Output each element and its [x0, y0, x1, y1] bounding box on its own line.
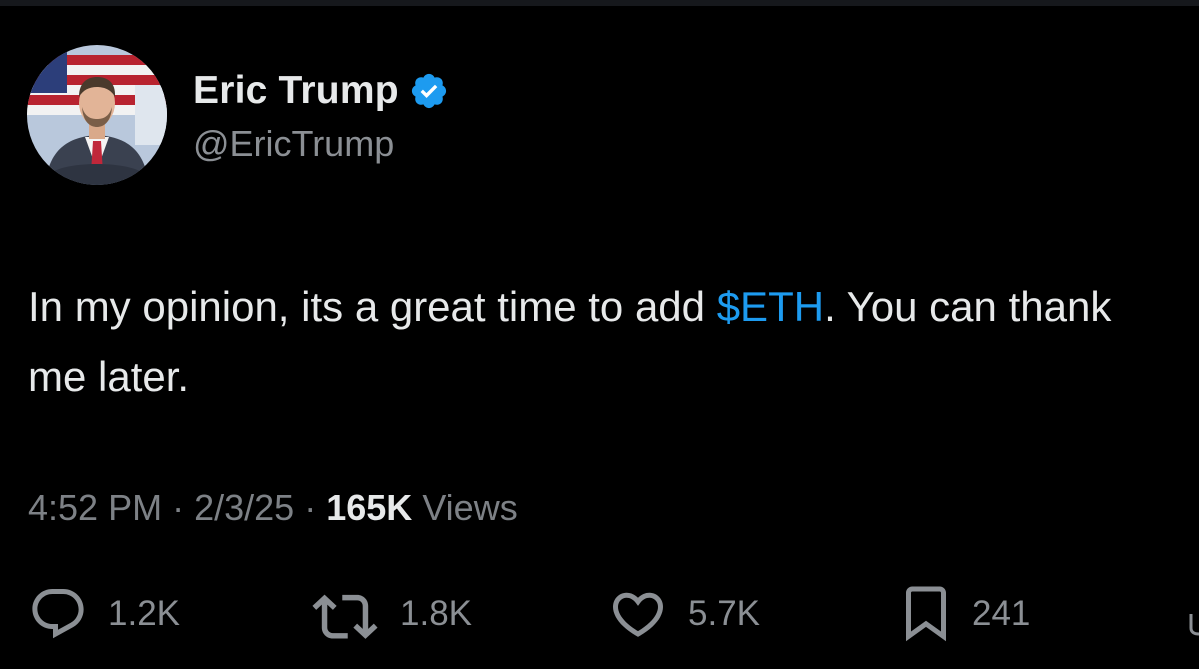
tweet-date[interactable]: 2/3/25 — [194, 487, 294, 528]
like-button[interactable]: 5.7K — [608, 584, 760, 644]
heart-icon — [612, 592, 664, 637]
repost-count: 1.8K — [400, 594, 472, 633]
tweet-meta: 4:52 PM · 2/3/25 · 165K Views — [28, 487, 518, 529]
views-label: Views — [422, 487, 518, 528]
author-handle[interactable]: @EricTrump — [193, 123, 449, 165]
tweet-header: Eric Trump @EricTrump — [27, 44, 449, 186]
bookmark-icon — [906, 586, 946, 642]
action-bar: 1.2K 1.8K 5.7K 241 — [0, 584, 1199, 644]
reply-button[interactable]: 1.2K — [28, 584, 180, 644]
repost-icon — [312, 594, 378, 639]
verified-badge-icon[interactable] — [409, 71, 449, 111]
bookmark-count: 241 — [972, 594, 1031, 633]
meta-separator: · — [172, 487, 185, 528]
repost-button[interactable]: 1.8K — [310, 584, 472, 644]
avatar-image — [27, 45, 167, 185]
meta-separator: · — [304, 487, 317, 528]
reply-icon — [32, 589, 84, 639]
tweet-text-before: In my opinion, its a great time to add — [28, 283, 717, 330]
tweet-time[interactable]: 4:52 PM — [28, 487, 162, 528]
bookmark-button[interactable]: 241 — [900, 584, 1030, 644]
views-count: 165K — [326, 487, 413, 528]
display-name[interactable]: Eric Trump — [193, 69, 399, 113]
reply-count: 1.2K — [108, 594, 180, 633]
share-icon[interactable] — [1188, 614, 1199, 636]
top-divider — [0, 0, 1199, 6]
cashtag-link[interactable]: $ETH — [717, 283, 824, 330]
tweet-text: In my opinion, its a great time to add $… — [28, 272, 1178, 412]
avatar[interactable] — [27, 45, 167, 185]
like-count: 5.7K — [688, 594, 760, 633]
display-name-row: Eric Trump — [193, 65, 449, 117]
author-names: Eric Trump @EricTrump — [193, 65, 449, 165]
